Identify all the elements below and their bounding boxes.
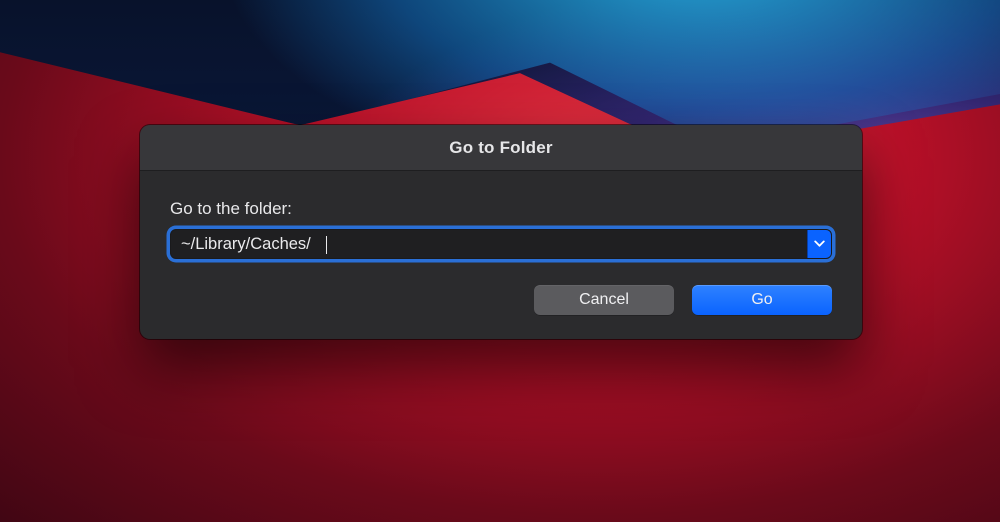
history-dropdown-button[interactable] (807, 230, 831, 258)
cancel-button[interactable]: Cancel (534, 285, 674, 315)
dialog-titlebar: Go to Folder (140, 125, 862, 171)
dialog-button-row: Cancel Go (170, 285, 832, 315)
folder-path-combobox[interactable] (170, 229, 832, 259)
go-button[interactable]: Go (692, 285, 832, 315)
dialog-title: Go to Folder (449, 138, 552, 158)
go-to-folder-dialog: Go to Folder Go to the folder: Cancel Go (140, 125, 862, 339)
folder-path-label: Go to the folder: (170, 199, 832, 219)
chevron-down-icon (814, 240, 825, 248)
folder-path-input[interactable] (171, 230, 807, 258)
dialog-body: Go to the folder: Cancel Go (140, 171, 862, 339)
